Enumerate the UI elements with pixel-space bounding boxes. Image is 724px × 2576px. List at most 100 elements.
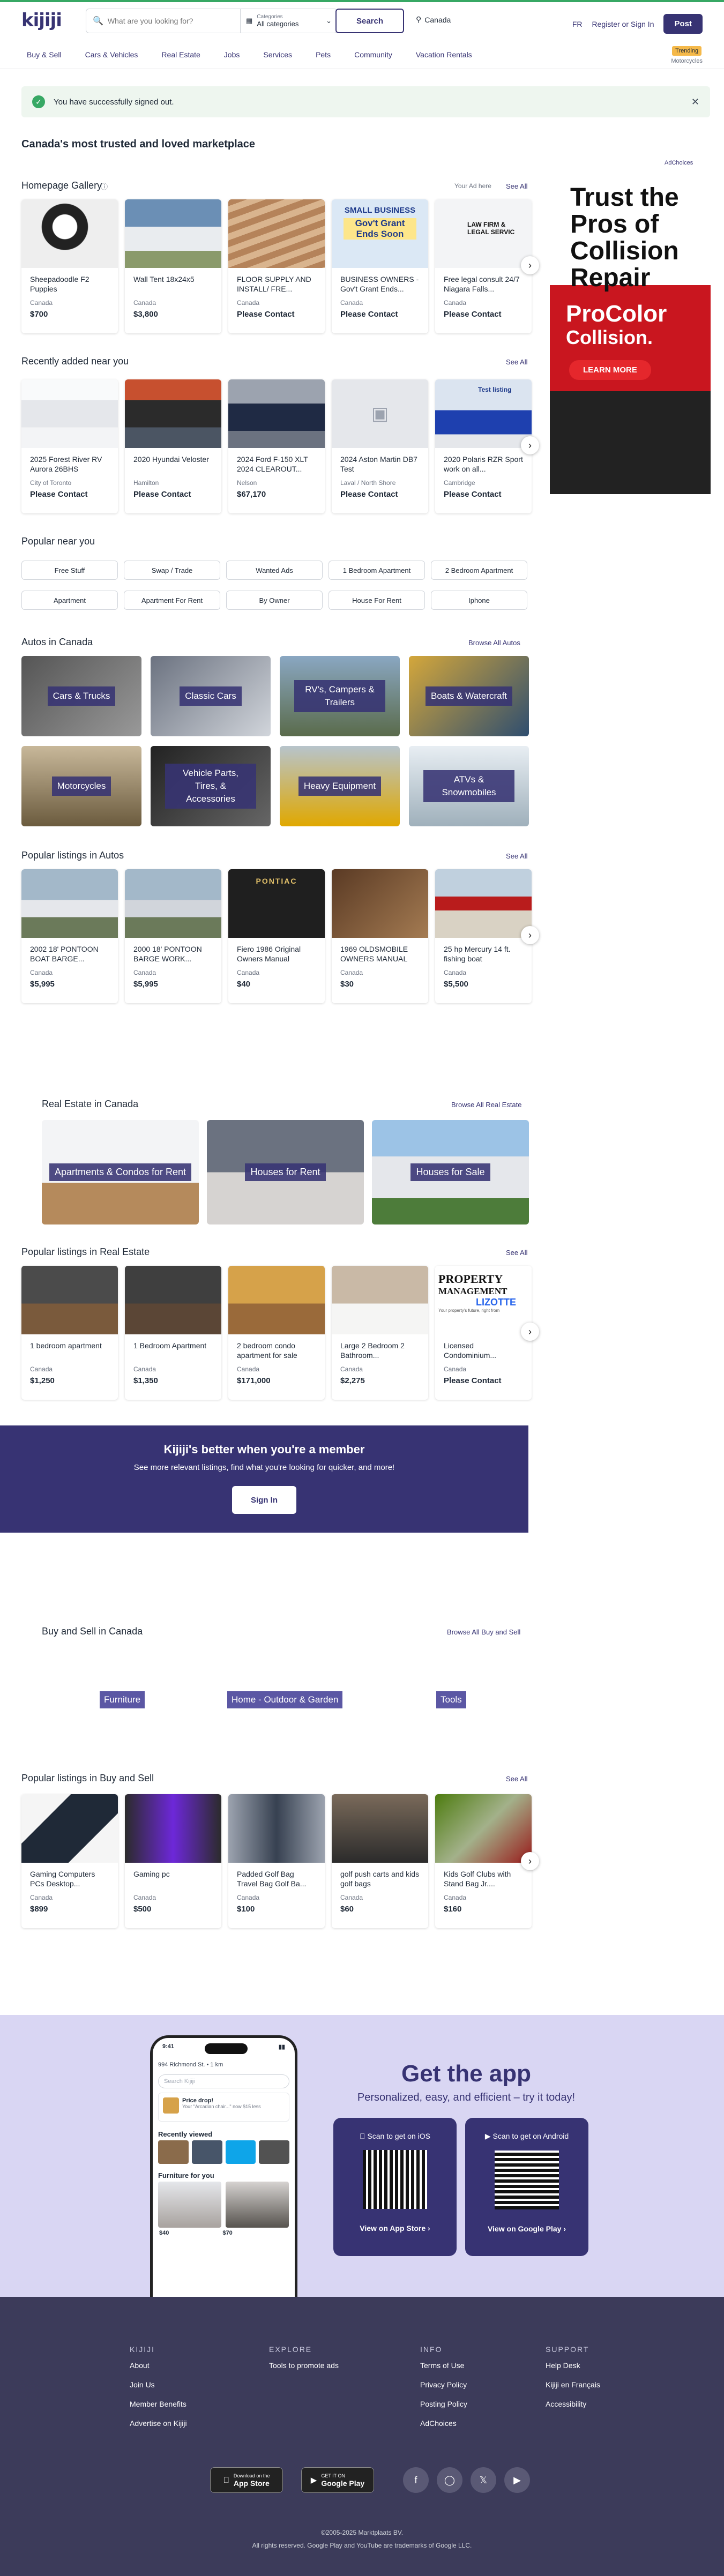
footer-link[interactable]: Tools to promote ads <box>269 2361 339 2370</box>
signin-link[interactable]: Sign In <box>631 20 654 28</box>
footer-link[interactable]: AdChoices <box>420 2419 467 2428</box>
footer-link[interactable]: Posting Policy <box>420 2400 467 2408</box>
popular-search-link[interactable]: 2 Bedroom Apartment <box>431 561 527 580</box>
footer-link[interactable]: Accessibility <box>546 2400 600 2408</box>
listing-card[interactable]: FLOOR SUPPLY AND INSTALL/ FRE... Canada Pl… <box>228 199 325 333</box>
listing-card[interactable]: 2 bedroom condo apartment for sale Canada… <box>228 1266 325 1400</box>
popular-search-link[interactable]: 1 Bedroom Apartment <box>329 561 425 580</box>
footer-link[interactable]: Member Benefits <box>130 2400 187 2408</box>
listing-card[interactable]: Sheepadoodle F2 Puppies Canada $700 <box>21 199 118 333</box>
popular-search-link[interactable]: Iphone <box>431 591 527 610</box>
listing-card[interactable]: ▣ 2024 Aston Martin DB7 Test Laval / North… <box>332 379 428 513</box>
location-selector[interactable]: ⚲ Canada <box>416 15 451 24</box>
search-input[interactable] <box>107 17 215 25</box>
footer-link[interactable]: Terms of Use <box>420 2361 467 2370</box>
category-tile[interactable]: Heavy Equipment <box>280 746 400 826</box>
popular-search-link[interactable]: Apartment For Rent <box>124 591 220 610</box>
popular-search-link[interactable]: By Owner <box>226 591 323 610</box>
listing-card[interactable]: Test listing 2020 Polaris RZR Sport work … <box>435 379 532 513</box>
nav-pets[interactable]: Pets <box>316 50 331 59</box>
carousel-next-arrow[interactable]: › <box>521 256 539 274</box>
category-tile[interactable]: ATVs & Snowmobiles <box>409 746 529 826</box>
android-qr-card[interactable]: ▶ Scan to get on Android View on Google P… <box>465 2118 588 2256</box>
category-tile[interactable]: Furniture <box>100 1691 145 1708</box>
listing-card[interactable]: Large 2 Bedroom 2 Bathroom... Canada $2,27… <box>332 1266 428 1400</box>
post-ad-button[interactable]: Post <box>663 14 703 34</box>
popular-search-link[interactable]: Wanted Ads <box>226 561 323 580</box>
nav-community[interactable]: Community <box>354 50 392 59</box>
x-twitter-icon[interactable]: 𝕏 <box>471 2467 496 2493</box>
language-toggle[interactable]: FR <box>572 20 583 28</box>
browse-all-autos[interactable]: Browse All Autos <box>468 639 520 647</box>
ad-learn-more-button[interactable]: LEARN MORE <box>569 360 651 380</box>
listing-card[interactable]: 1969 OLDSMOBILE OWNERS MANUAL Canada $30 <box>332 869 428 1003</box>
listing-card[interactable]: 1 bedroom apartment Canada $1,250 <box>21 1266 118 1400</box>
ios-qr-card[interactable]:  Scan to get on iOSView on App Store › <box>333 2118 457 2256</box>
category-select[interactable]: ▦ Categories All categories ⌄ <box>241 14 337 28</box>
youtube-icon[interactable]: ▶ <box>504 2467 530 2493</box>
nav-cars-vehicles[interactable]: Cars & Vehicles <box>85 50 138 59</box>
kijiji-logo[interactable]: kijiji <box>21 10 62 31</box>
nav-real-estate[interactable]: Real Estate <box>161 50 200 59</box>
gallery-see-all[interactable]: See All <box>506 182 527 190</box>
popular-search-link[interactable]: Swap / Trade <box>124 561 220 580</box>
trending-widget[interactable]: Trending Motorcycles <box>671 46 703 64</box>
listing-card[interactable]: Kids Golf Clubs with Stand Bag Jr.... Can… <box>435 1794 532 1928</box>
footer-link[interactable]: Advertise on Kijiji <box>130 2419 187 2428</box>
category-tile[interactable]: Classic Cars <box>151 656 271 736</box>
listing-card[interactable]: PROPERTY MANAGEMENT LIZOTTE Your property's… <box>435 1266 532 1400</box>
footer-link[interactable]: Join Us <box>130 2380 187 2389</box>
adchoices-link[interactable]: AdChoices <box>665 160 693 166</box>
close-icon[interactable]: ✕ <box>691 96 699 108</box>
popular-search-link[interactable]: Free Stuff <box>21 561 118 580</box>
nav-vacation-rentals[interactable]: Vacation Rentals <box>416 50 472 59</box>
member-signin-button[interactable]: Sign In <box>232 1486 296 1514</box>
listing-card[interactable]: 2024 Ford F-150 XLT 2024 CLEAROUT... Nels… <box>228 379 325 513</box>
display-ad[interactable]: Trust the Pros of Collision Repair ProCo… <box>550 173 711 494</box>
nav-jobs[interactable]: Jobs <box>224 50 240 59</box>
google-play-link[interactable]: View on Google Play <box>488 2224 561 2233</box>
category-tile[interactable]: Houses for Rent <box>207 1120 364 1224</box>
listing-card[interactable]: 2002 18' PONTOON BOAT BARGE... Canada $5,9… <box>21 869 118 1003</box>
carousel-next-arrow[interactable]: › <box>521 926 539 944</box>
pop-autos-see-all[interactable]: See All <box>506 852 527 860</box>
instagram-icon[interactable]: ◯ <box>437 2467 462 2493</box>
app-store-link[interactable]: View on App Store <box>360 2224 426 2232</box>
listing-card[interactable]: Gaming pc Canada $500 <box>125 1794 221 1928</box>
footer-link[interactable]: About <box>130 2361 187 2370</box>
category-tile[interactable]: RV's, Campers & Trailers <box>280 656 400 736</box>
listing-card[interactable]: LAW FIRM & LEGAL SERVIC Free legal consul… <box>435 199 532 333</box>
carousel-next-arrow[interactable]: › <box>521 1852 539 1870</box>
pop-bs-see-all[interactable]: See All <box>506 1775 527 1783</box>
pop-re-see-all[interactable]: See All <box>506 1249 527 1257</box>
listing-card[interactable]: Wall Tent 18x24x5 Canada $3,800 <box>125 199 221 333</box>
popular-search-link[interactable]: Apartment <box>21 591 118 610</box>
google-play-badge[interactable]: ▶ GET IT ON Google Play <box>301 2467 374 2493</box>
category-tile[interactable]: Home - Outdoor & Garden <box>227 1691 343 1708</box>
app-store-badge[interactable]: Download on theApp Store <box>210 2467 283 2493</box>
listing-card[interactable]: 1 Bedroom Apartment Canada $1,350 <box>125 1266 221 1400</box>
info-icon[interactable]: ⓘ <box>101 181 108 191</box>
category-tile[interactable]: Houses for Sale <box>372 1120 529 1224</box>
search-button[interactable]: Search <box>335 9 404 33</box>
your-ad-here[interactable]: Your Ad here <box>454 182 491 190</box>
carousel-next-arrow[interactable]: › <box>521 436 539 454</box>
facebook-icon[interactable]: f <box>403 2467 429 2493</box>
listing-card[interactable]: Gaming Computers PCs Desktop... Canada $89… <box>21 1794 118 1928</box>
popular-search-link[interactable]: House For Rent <box>329 591 425 610</box>
footer-link[interactable]: Kijiji en Français <box>546 2380 600 2389</box>
nav-buy-sell[interactable]: Buy & Sell <box>27 50 62 59</box>
listing-card[interactable]: golf push carts and kids golf bags Canada… <box>332 1794 428 1928</box>
footer-link[interactable]: Help Desk <box>546 2361 600 2370</box>
category-tile[interactable]: Cars & Trucks <box>21 656 141 736</box>
footer-link[interactable]: Privacy Policy <box>420 2380 467 2389</box>
category-tile[interactable]: Boats & Watercraft <box>409 656 529 736</box>
listing-card[interactable]: SMALL BUSINESS Gov't Grant Ends Soon BUSIN… <box>332 199 428 333</box>
listing-card[interactable]: 2000 18' PONTOON BARGE WORK... Canada $5,9… <box>125 869 221 1003</box>
recent-see-all[interactable]: See All <box>506 358 527 366</box>
category-tile[interactable]: Apartments & Condos for Rent <box>42 1120 199 1224</box>
browse-all-real-estate[interactable]: Browse All Real Estate <box>451 1101 522 1109</box>
carousel-next-arrow[interactable]: › <box>521 1323 539 1341</box>
listing-card[interactable]: 2025 Forest River RV Aurora 26BHS City of… <box>21 379 118 513</box>
listing-card[interactable]: Padded Golf Bag Travel Bag Golf Ba... Can… <box>228 1794 325 1928</box>
